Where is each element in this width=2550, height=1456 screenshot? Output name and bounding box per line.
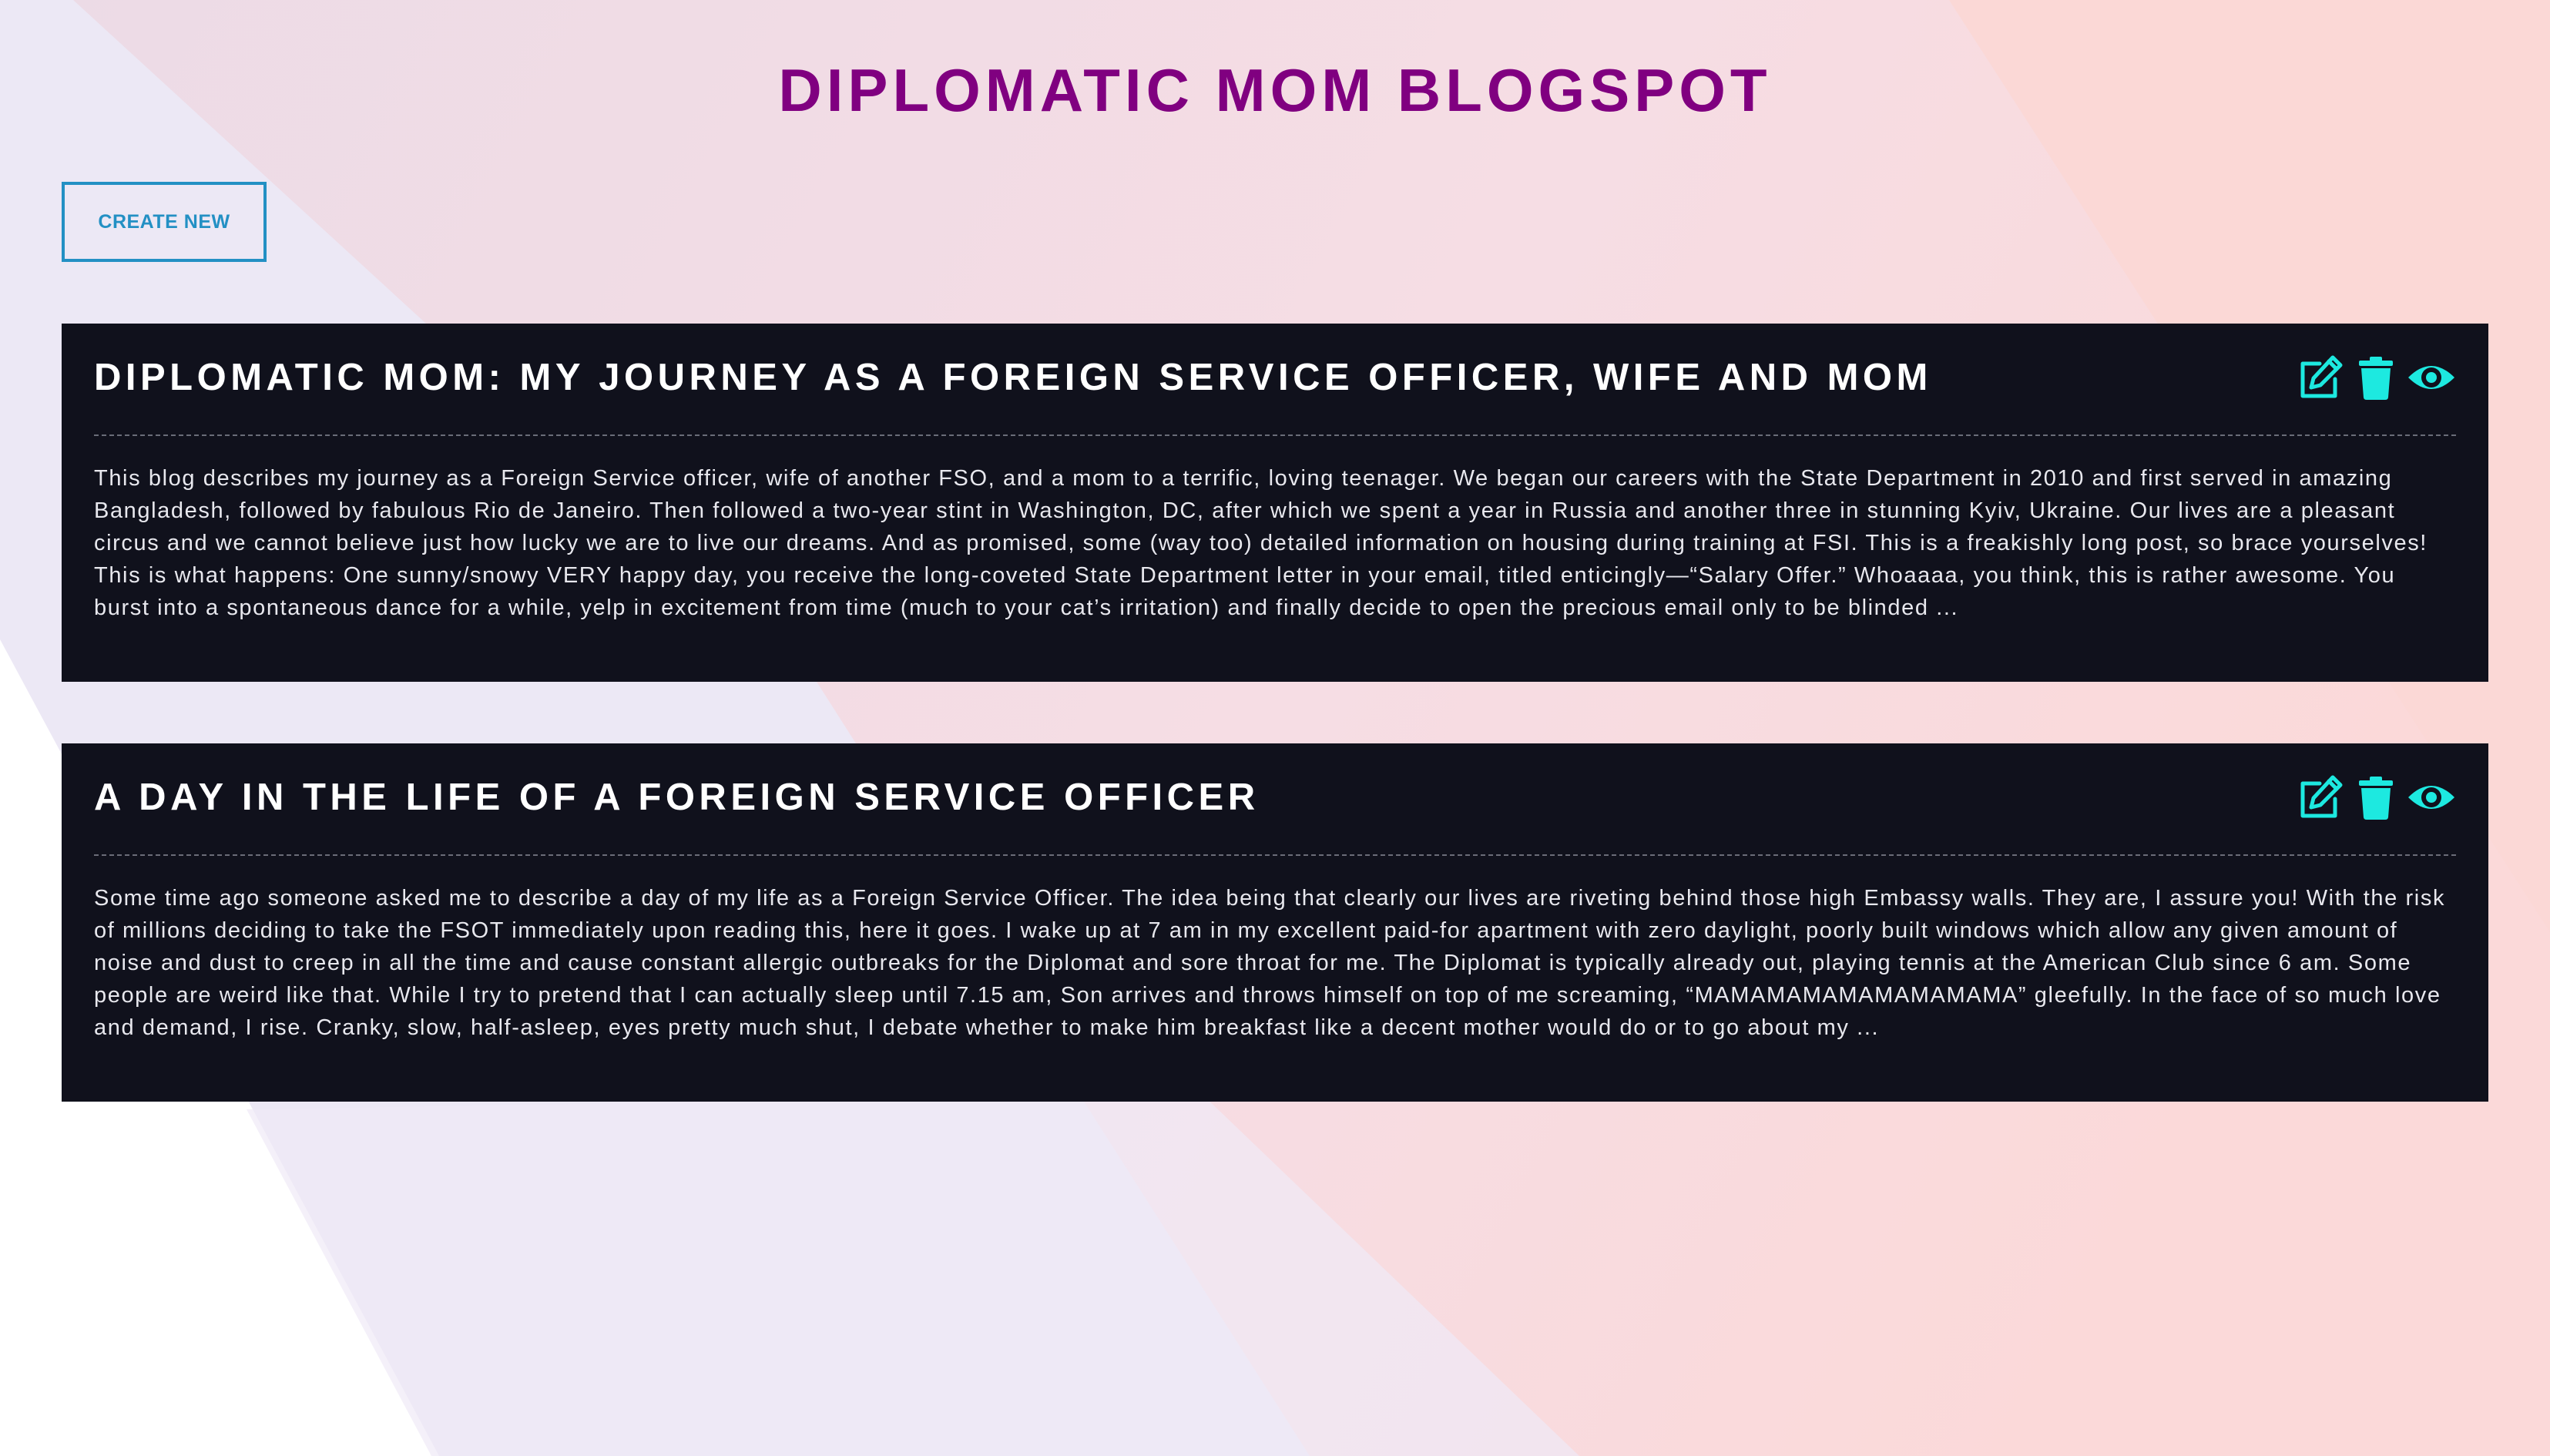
post-actions [2296,353,2456,402]
post-actions [2296,773,2456,822]
post-title: A DAY IN THE LIFE OF A FOREIGN SERVICE O… [94,777,1260,818]
post-divider [94,434,2456,436]
post-excerpt: Some time ago someone asked me to descri… [94,886,2446,1040]
post-header: DIPLOMATIC MOM: MY JOURNEY AS A FOREIGN … [94,324,2456,436]
edit-icon[interactable] [2296,773,2345,822]
post-header: A DAY IN THE LIFE OF A FOREIGN SERVICE O… [94,743,2456,856]
background-graphic [0,0,2550,1456]
trash-icon[interactable] [2351,773,2401,822]
trash-icon[interactable] [2351,353,2401,402]
create-new-button[interactable]: CREATE NEW [62,182,267,262]
eye-icon[interactable] [2407,773,2456,822]
post-excerpt: This blog describes my journey as a Fore… [94,466,2428,620]
post-title: DIPLOMATIC MOM: MY JOURNEY AS A FOREIGN … [94,357,1932,398]
edit-icon[interactable] [2296,353,2345,402]
post-card: DIPLOMATIC MOM: MY JOURNEY AS A FOREIGN … [62,324,2488,682]
post-divider [94,854,2456,856]
post-card: A DAY IN THE LIFE OF A FOREIGN SERVICE O… [62,743,2488,1102]
page-title: DIPLOMATIC MOM BLOGSPOT [778,56,1772,124]
eye-icon[interactable] [2407,353,2456,402]
